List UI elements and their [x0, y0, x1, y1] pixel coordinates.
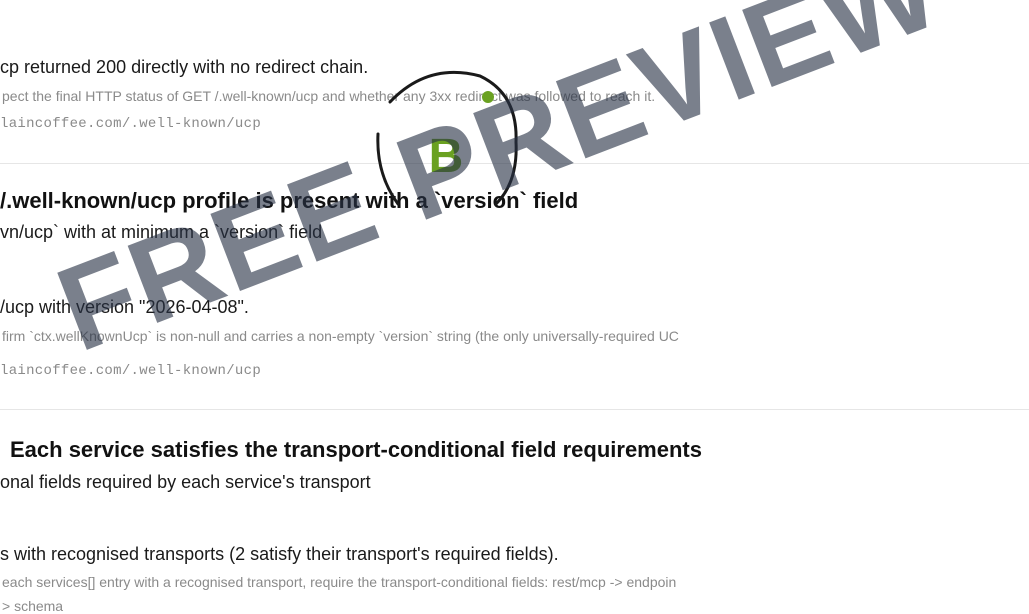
section-divider — [0, 409, 1029, 410]
badge-letter: B — [429, 130, 464, 183]
check3-subtitle: onal fields required by each service's t… — [0, 472, 371, 492]
check2-url[interactable]: laincoffee.com/.well-known/ucp — [0, 363, 261, 379]
section-divider — [0, 163, 1029, 164]
check3-result: s with recognised transports (2 satisfy … — [0, 544, 559, 564]
check1-url[interactable]: laincoffee.com/.well-known/ucp — [0, 116, 261, 132]
check2-subtitle: vn/ucp` with at minimum a `version` fiel… — [0, 222, 323, 242]
check3-title: Each service satisfies the transport-con… — [10, 437, 702, 462]
check3-detail: each services[] entry with a recognised … — [2, 574, 677, 590]
check1-result: cp returned 200 directly with no redirec… — [0, 57, 369, 77]
check2-detail: firm `ctx.wellKnownUcp` is non-null and … — [2, 328, 679, 344]
check1-detail: pect the final HTTP status of GET /.well… — [2, 88, 656, 104]
check2-result: /ucp with version "2026-04-08". — [0, 297, 249, 317]
check3-detail-continued: > schema — [2, 598, 64, 614]
check2-title: /.well-known/ucp profile is present with… — [0, 188, 579, 213]
